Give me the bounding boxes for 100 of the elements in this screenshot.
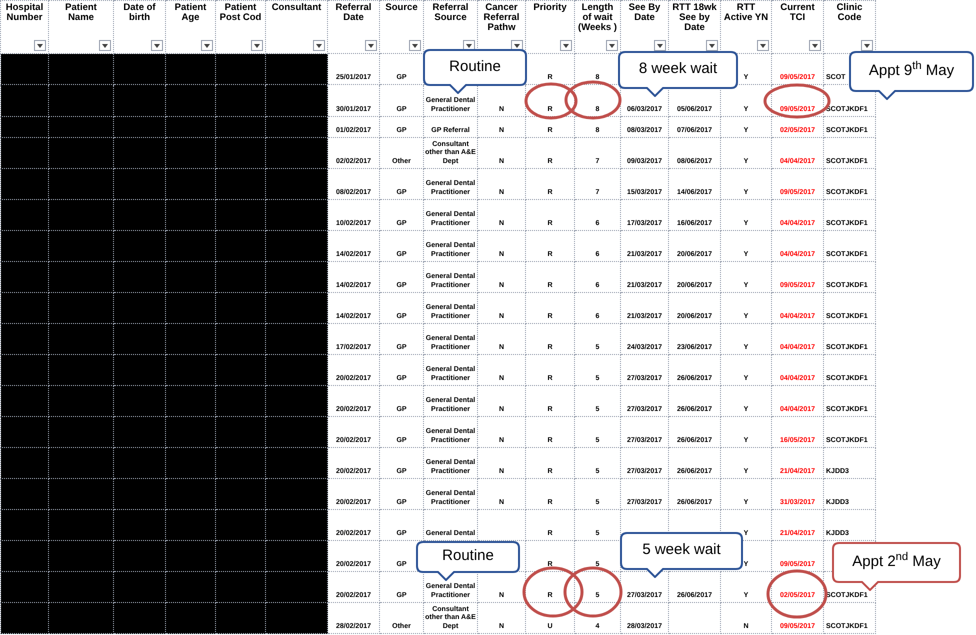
filter-dropdown-button[interactable] bbox=[606, 40, 618, 51]
circle-mark bbox=[564, 566, 622, 618]
redacted-cell bbox=[48, 510, 114, 540]
filter-dropdown-button[interactable] bbox=[99, 40, 111, 51]
redacted-cell bbox=[114, 116, 166, 138]
filter-dropdown-button[interactable] bbox=[560, 40, 572, 51]
redacted-cell bbox=[0, 200, 48, 230]
redacted-cell bbox=[114, 416, 166, 448]
redacted-cell bbox=[0, 354, 48, 386]
caret-icon bbox=[412, 44, 418, 48]
redacted-cell bbox=[48, 478, 114, 510]
redacted-cell bbox=[166, 168, 216, 200]
caret-icon bbox=[563, 44, 569, 48]
redacted-cell bbox=[48, 200, 114, 230]
redacted-cell bbox=[216, 448, 266, 478]
redacted-cell bbox=[114, 354, 166, 386]
filter-dropdown-button[interactable] bbox=[365, 40, 377, 51]
redacted-cell bbox=[0, 292, 48, 324]
callout: Appt 9$^{th}$ May bbox=[849, 51, 974, 100]
column-header: See By Date bbox=[628, 3, 662, 23]
redacted-cell bbox=[48, 116, 114, 138]
redacted-cell bbox=[216, 540, 266, 572]
redacted-cell bbox=[0, 448, 48, 478]
caret-icon bbox=[316, 44, 322, 48]
filter-dropdown-button[interactable] bbox=[809, 40, 821, 51]
redacted-cell bbox=[114, 572, 166, 602]
redacted-cell bbox=[166, 230, 216, 262]
column-header: Current TCI bbox=[779, 3, 816, 23]
redacted-cell bbox=[216, 602, 266, 634]
filter-dropdown-button[interactable] bbox=[201, 40, 213, 51]
redacted-cell bbox=[166, 602, 216, 634]
redacted-cell bbox=[0, 138, 48, 168]
filter-dropdown-button[interactable] bbox=[151, 40, 163, 51]
caret-icon bbox=[609, 44, 615, 48]
redacted-cell bbox=[216, 230, 266, 262]
redacted-cell bbox=[216, 168, 266, 200]
redacted-cell bbox=[0, 168, 48, 200]
redacted-cell bbox=[166, 138, 216, 168]
redacted-cell bbox=[114, 200, 166, 230]
redacted-cell bbox=[216, 138, 266, 168]
filter-dropdown-button[interactable] bbox=[757, 40, 769, 51]
redacted-cell bbox=[0, 478, 48, 510]
redacted-cell bbox=[216, 510, 266, 540]
redacted-cell bbox=[48, 262, 114, 292]
redacted-cell bbox=[48, 572, 114, 602]
filter-dropdown-button[interactable] bbox=[861, 40, 873, 51]
circle-mark bbox=[522, 566, 584, 618]
redacted-cell bbox=[0, 116, 48, 138]
redacted-cell bbox=[114, 510, 166, 540]
redacted-cell bbox=[114, 448, 166, 478]
redacted-cell bbox=[166, 478, 216, 510]
filter-dropdown-button[interactable] bbox=[654, 40, 666, 51]
redacted-cell bbox=[114, 292, 166, 324]
redacted-cell bbox=[0, 572, 48, 602]
redacted-cell bbox=[48, 138, 114, 168]
circle-mark bbox=[564, 80, 622, 120]
redacted-cell bbox=[48, 168, 114, 200]
redacted-cell bbox=[216, 572, 266, 602]
filter-dropdown-button[interactable] bbox=[313, 40, 325, 51]
column-header: Patient Post Cod bbox=[218, 3, 262, 23]
redacted-cell bbox=[166, 540, 216, 572]
column-header: Cancer Referral Pathw bbox=[482, 3, 520, 33]
redacted-cell bbox=[216, 116, 266, 138]
filter-dropdown-button[interactable] bbox=[409, 40, 421, 51]
redacted-cell bbox=[48, 84, 114, 116]
redacted-cell bbox=[114, 386, 166, 416]
column-header: Date of birth bbox=[122, 3, 157, 23]
column-header: Length of wait (Weeks ) bbox=[577, 3, 618, 33]
redacted-cell bbox=[0, 540, 48, 572]
redacted-cell bbox=[166, 416, 216, 448]
redacted-cell bbox=[114, 478, 166, 510]
redacted-cell bbox=[166, 386, 216, 416]
column-header: Consultant bbox=[270, 3, 322, 13]
redacted-cell bbox=[216, 416, 266, 448]
redacted-cell bbox=[48, 540, 114, 572]
redacted-cell bbox=[166, 292, 216, 324]
column-header: Referral Source bbox=[432, 3, 470, 23]
redacted-cell bbox=[48, 230, 114, 262]
caret-icon bbox=[154, 44, 160, 48]
redacted-cell bbox=[0, 84, 48, 116]
filter-dropdown-button[interactable] bbox=[706, 40, 718, 51]
caret-icon bbox=[657, 44, 663, 48]
column-header: Hospital Number bbox=[4, 3, 44, 23]
redacted-cell bbox=[114, 168, 166, 200]
redacted-cell bbox=[166, 324, 216, 354]
redacted-cell bbox=[114, 540, 166, 572]
redacted-cell bbox=[216, 324, 266, 354]
filter-dropdown-button[interactable] bbox=[34, 40, 46, 51]
redacted-cell bbox=[166, 116, 216, 138]
callout: Routine bbox=[423, 49, 527, 94]
redacted-cell bbox=[166, 262, 216, 292]
redacted-cell bbox=[216, 262, 266, 292]
column-header: Patient Age bbox=[174, 3, 208, 23]
redacted-cell bbox=[48, 292, 114, 324]
filter-dropdown-button[interactable] bbox=[251, 40, 263, 51]
redacted-cell bbox=[166, 510, 216, 540]
caret-icon bbox=[254, 44, 260, 48]
redacted-cell bbox=[114, 262, 166, 292]
redacted-cell bbox=[166, 448, 216, 478]
column-header: Source bbox=[384, 3, 419, 13]
